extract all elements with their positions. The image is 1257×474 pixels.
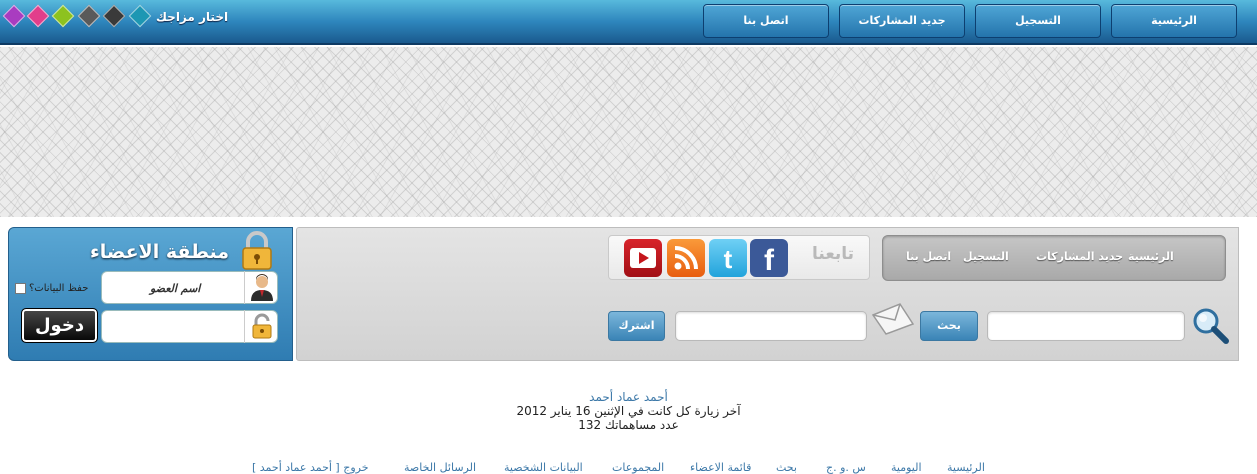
footer-link-messages[interactable]: الرسائل الخاصة [404, 461, 476, 474]
subscribe-button[interactable]: اشترك [608, 311, 665, 341]
footer-link-home[interactable]: الرئيسية [947, 461, 985, 474]
search-icon[interactable] [1190, 305, 1230, 345]
footer-link-members[interactable]: قائمة الاعضاء [690, 461, 751, 474]
footer-link-profile[interactable]: البيانات الشخصية [504, 461, 583, 474]
user-icon [244, 271, 278, 304]
quick-nav-new-posts[interactable]: جديد المشاركات [1036, 250, 1123, 263]
post-count-text: عدد مساهماتك 132 [578, 418, 679, 432]
quick-nav-register[interactable]: التسجيل [963, 250, 1009, 263]
nav-register-button[interactable]: التسجيل [975, 4, 1101, 38]
quick-nav-home[interactable]: الرئيسية [1128, 250, 1174, 263]
lock-icon [244, 310, 278, 343]
login-button[interactable]: دخول [21, 308, 98, 343]
footer-link-faq[interactable]: س .و .ج [826, 461, 866, 474]
nav-home-button[interactable]: الرئيسية [1111, 4, 1237, 38]
footer-link-daily[interactable]: اليومية [891, 461, 922, 474]
envelope-icon [871, 303, 915, 335]
rss-icon[interactable] [667, 239, 705, 277]
last-visit-text: آخر زيارة كل كانت في الإثنين 16 يناير 20… [516, 404, 741, 418]
footer-link-groups[interactable]: المجموعات [612, 461, 664, 474]
remember-me[interactable]: حفظ البيانات؟ [15, 283, 88, 294]
newsletter-email-input[interactable] [675, 311, 867, 341]
username-label: اسم العضو [150, 282, 201, 295]
remember-checkbox[interactable] [15, 283, 26, 294]
follow-label: تابعنا [812, 244, 855, 264]
theme-label: اختار مزاجك [156, 10, 229, 24]
search-input[interactable] [987, 311, 1185, 341]
twitter-icon[interactable]: t [709, 239, 747, 277]
play-glyph [630, 248, 656, 268]
rss-glyph [674, 246, 698, 270]
quick-nav-contact[interactable]: اتصل بنا [906, 250, 951, 263]
footer-link-search[interactable]: بحث [776, 461, 797, 474]
padlock-icon [242, 231, 272, 270]
login-title: منطقة الاعضاء [90, 241, 230, 263]
remember-label: حفظ البيانات؟ [29, 283, 89, 294]
youtube-icon[interactable] [624, 239, 662, 277]
footer-link-logout[interactable]: خروج [ أحمد عماد أحمد ] [252, 461, 369, 474]
search-button[interactable]: بحث [920, 311, 978, 341]
facebook-icon[interactable]: f [750, 239, 788, 277]
nav-contact-button[interactable]: اتصل بنا [703, 4, 829, 38]
user-name-link[interactable]: أحمد عماد أحمد [0, 390, 1257, 404]
nav-new-posts-button[interactable]: جديد المشاركات [839, 4, 965, 38]
header-banner [0, 47, 1257, 217]
